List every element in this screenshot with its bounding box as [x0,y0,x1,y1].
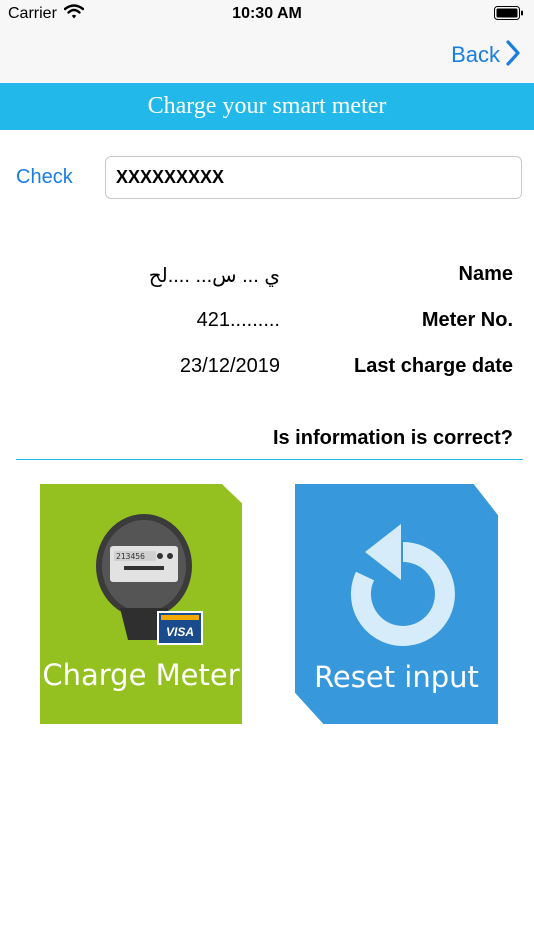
last-charge-date-value: 23/12/2019 [179,355,280,377]
navigation-bar: Back [0,28,534,83]
last-charge-date-label: Last charge date [354,355,513,377]
check-button[interactable]: Check [16,166,73,189]
chevron-right-icon [506,39,520,71]
meter-number-input[interactable] [105,156,522,199]
meter-number-label: Meter No. [421,309,513,331]
page-title: Charge your smart meter [147,93,387,119]
meter-number-value: 421......... [196,309,280,331]
meter-display: 213456 [116,552,145,561]
title-banner: Charge your smart meter [0,83,534,130]
reset-input-button[interactable]: Reset input [295,484,498,724]
back-button[interactable]: Back [451,38,520,72]
visa-label: VISA [166,625,194,639]
back-label: Back [451,42,500,67]
name-value: ي ... س... ....لح [148,265,280,287]
charge-meter-button[interactable]: 213456 VISA Charge Meter [40,484,242,724]
electric-meter-visa-icon: 213456 VISA [94,508,206,653]
charge-meter-label: Charge Meter [42,658,240,692]
status-bar: Carrier 10:30 AM [0,0,534,28]
battery-icon [494,6,524,26]
name-label: Name [458,263,513,285]
clock: 10:30 AM [232,5,302,22]
reset-input-label: Reset input [314,660,479,694]
reset-arrow-icon [335,518,455,653]
confirmation-question: Is information is correct? [272,427,513,449]
divider [16,459,523,460]
